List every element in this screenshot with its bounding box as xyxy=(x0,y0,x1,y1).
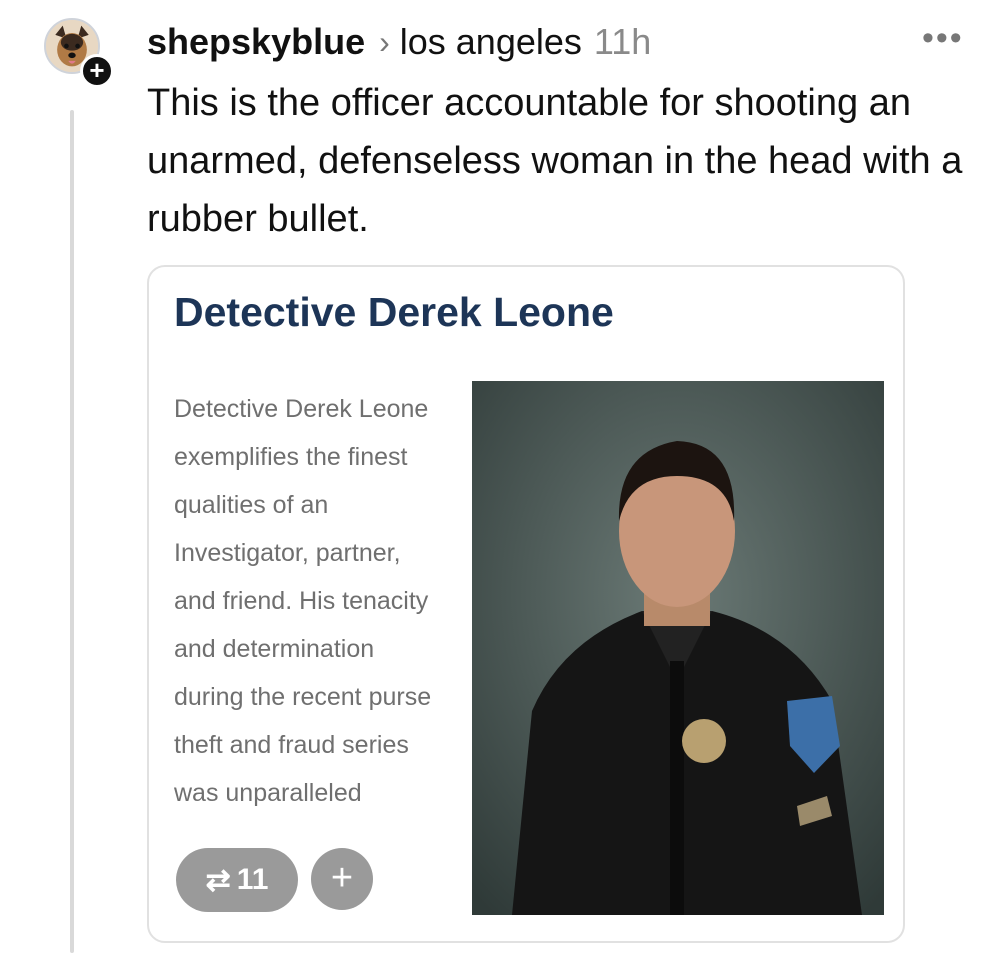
chevron-right-icon: › xyxy=(379,23,390,60)
link-preview-card[interactable]: Detective Derek Leone Detective Derek Le… xyxy=(147,265,905,943)
card-description: Detective Derek Leone exemplifies the fi… xyxy=(174,395,432,807)
card-title: Detective Derek Leone xyxy=(174,289,614,335)
post-header: shepskyblue › los angeles 11h xyxy=(147,18,651,66)
post-body-text: This is the officer accountable for shoo… xyxy=(147,82,963,240)
username-link[interactable]: shepskyblue xyxy=(147,21,365,63)
thread-line xyxy=(70,110,74,953)
post-timestamp: 11h xyxy=(593,21,652,62)
follow-plus-icon[interactable]: + xyxy=(80,54,114,88)
repost-button[interactable]: ⇄ 11 xyxy=(176,848,298,912)
more-options-icon[interactable]: ••• xyxy=(922,21,964,55)
community-link[interactable]: los angeles xyxy=(400,21,582,63)
repost-icon: ⇄ xyxy=(205,863,231,897)
add-button[interactable]: + xyxy=(311,848,373,910)
officer-photo xyxy=(472,381,884,915)
officer-portrait-image xyxy=(472,381,884,915)
repost-count: 11 xyxy=(236,863,269,896)
